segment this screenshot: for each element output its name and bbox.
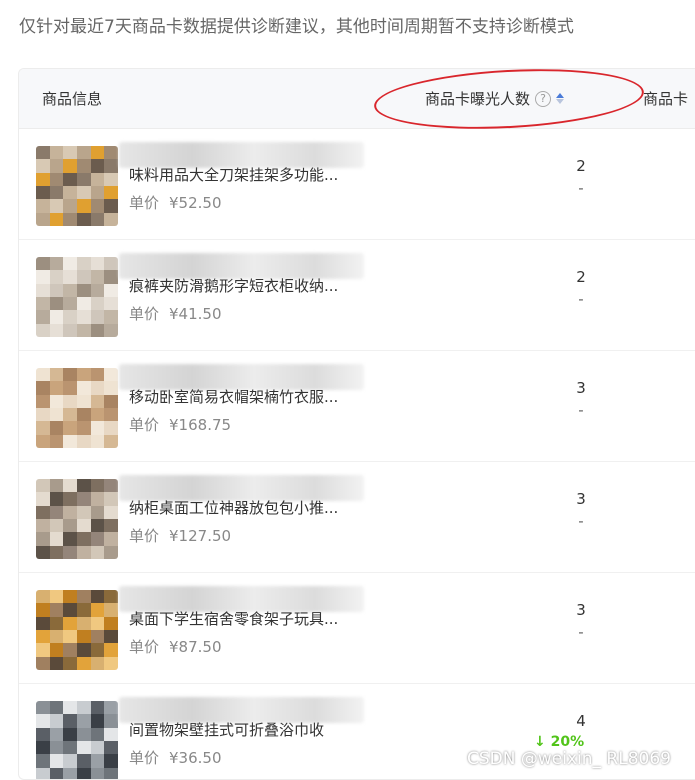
table-row[interactable]: 味料用品大全刀架挂架多功能... 单价 ¥52.50 2 - bbox=[19, 129, 695, 240]
product-name[interactable]: 痕裤夹防滑鹅形字短衣柜收纳... bbox=[129, 275, 369, 296]
exposure-count: 3 bbox=[576, 379, 586, 397]
sort-ascending-icon[interactable] bbox=[556, 93, 565, 98]
price-value: ¥168.75 bbox=[169, 416, 232, 434]
exposure-count: 2 bbox=[576, 268, 586, 286]
exposure-change-down: ↓ 20% bbox=[534, 734, 585, 750]
price-label: 单价 bbox=[129, 638, 160, 656]
product-thumbnail[interactable] bbox=[36, 368, 118, 448]
product-price: 单价 ¥41.50 bbox=[129, 303, 222, 324]
exposure-change-empty: - bbox=[578, 179, 584, 197]
product-thumbnail[interactable] bbox=[36, 146, 118, 226]
price-label: 单价 bbox=[129, 416, 160, 434]
table-body: 味料用品大全刀架挂架多功能... 单价 ¥52.50 2- 痕裤夹防滑鹅形字短衣柜收纳.… bbox=[19, 129, 695, 779]
product-price: 单价 ¥87.50 bbox=[129, 636, 222, 657]
price-value: ¥87.50 bbox=[169, 638, 222, 656]
product-thumbnail[interactable] bbox=[36, 701, 118, 779]
product-thumbnail[interactable] bbox=[36, 479, 118, 559]
table-row[interactable]: 纳柜桌面工位神器放包包小推... 单价 ¥127.50 3 - bbox=[19, 462, 695, 573]
product-card-table: 商品信息 商品卡曝光人数 ? 商品卡 味料用品大全刀架挂架多功能... 单价 ¥52… bbox=[18, 68, 695, 780]
product-price: 单价 ¥127.50 bbox=[129, 525, 231, 546]
watermark: CSDN @weixin_ RL8069 bbox=[467, 749, 671, 769]
header-exposure-sortable[interactable]: 商品卡曝光人数 ? bbox=[425, 88, 565, 109]
product-name[interactable]: 间置物架壁挂式可折叠浴巾收 bbox=[129, 719, 369, 740]
product-price: 单价 ¥52.50 bbox=[129, 192, 222, 213]
price-value: ¥52.50 bbox=[169, 194, 222, 212]
product-name[interactable]: 纳柜桌面工位神器放包包小推... bbox=[129, 497, 369, 518]
table-row[interactable]: 桌面下学生宿舍零食架子玩具... 单价 ¥87.50 3 - bbox=[19, 573, 695, 684]
product-name[interactable]: 味料用品大全刀架挂架多功能... bbox=[129, 164, 369, 185]
exposure-change-empty: - bbox=[578, 512, 584, 530]
table-header: 商品信息 商品卡曝光人数 ? 商品卡 bbox=[19, 69, 695, 129]
price-label: 单价 bbox=[129, 194, 160, 212]
exposure-change-empty: - bbox=[578, 401, 584, 419]
product-thumbnail[interactable] bbox=[36, 590, 118, 670]
sort-descending-icon[interactable] bbox=[556, 99, 565, 104]
diagnosis-notice: 仅针对最近7天商品卡数据提供诊断建议，其他时间周期暂不支持诊断模式 bbox=[19, 17, 574, 37]
exposure-count: 3 bbox=[576, 601, 586, 619]
price-value: ¥41.50 bbox=[169, 305, 222, 323]
product-price: 单价 ¥36.50 bbox=[129, 747, 222, 768]
exposure-count: 2 bbox=[576, 157, 586, 175]
sort-caret-icon[interactable] bbox=[556, 93, 565, 104]
price-value: ¥36.50 bbox=[169, 749, 222, 767]
product-name[interactable]: 桌面下学生宿舍零食架子玩具... bbox=[129, 608, 369, 629]
question-circle-icon[interactable]: ? bbox=[535, 90, 552, 107]
header-product-info: 商品信息 bbox=[42, 90, 103, 108]
exposure-count: 4 bbox=[576, 712, 586, 730]
exposure-change-empty: - bbox=[578, 290, 584, 308]
exposure-change-empty: - bbox=[578, 623, 584, 641]
price-value: ¥127.50 bbox=[169, 527, 232, 545]
header-next-column: 商品卡 bbox=[643, 90, 689, 108]
price-label: 单价 bbox=[129, 305, 160, 323]
exposure-count: 3 bbox=[576, 490, 586, 508]
product-name[interactable]: 移动卧室简易衣帽架楠竹衣服... bbox=[129, 386, 369, 407]
product-price: 单价 ¥168.75 bbox=[129, 414, 231, 435]
price-label: 单价 bbox=[129, 527, 160, 545]
product-thumbnail[interactable] bbox=[36, 257, 118, 337]
table-row[interactable]: 移动卧室简易衣帽架楠竹衣服... 单价 ¥168.75 3 - bbox=[19, 351, 695, 462]
price-label: 单价 bbox=[129, 749, 160, 767]
header-exposure-label: 商品卡曝光人数 bbox=[425, 90, 531, 108]
table-row[interactable]: 痕裤夹防滑鹅形字短衣柜收纳... 单价 ¥41.50 2 - bbox=[19, 240, 695, 351]
